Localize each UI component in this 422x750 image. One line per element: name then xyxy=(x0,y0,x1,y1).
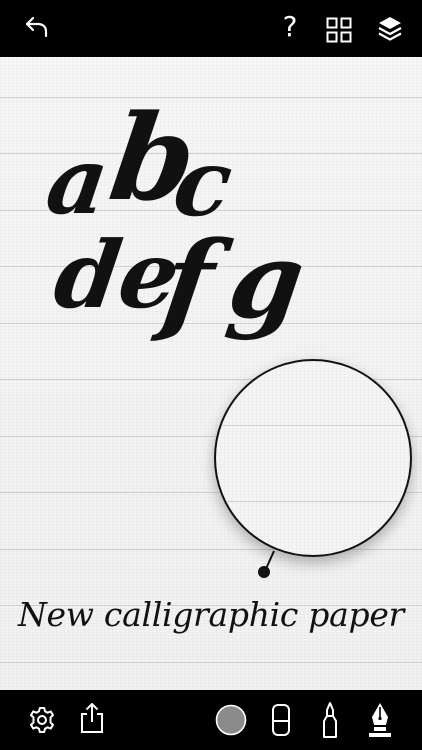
paper-magnifier-loupe xyxy=(214,359,412,557)
calligraphy-letter: c xyxy=(167,129,239,237)
share-icon[interactable] xyxy=(79,702,105,734)
top-toolbar: ? xyxy=(0,0,422,57)
settings-icon[interactable] xyxy=(28,706,56,734)
layers-icon[interactable] xyxy=(377,15,403,43)
magnifier-rule-line xyxy=(216,425,410,426)
calligraphy-pen-icon[interactable] xyxy=(366,701,394,739)
paper-caption: New calligraphic paper xyxy=(17,595,405,634)
paper-canvas[interactable]: a b c d e f g New calligraphic paper xyxy=(0,57,422,690)
grid-icon[interactable] xyxy=(326,17,352,43)
app-window: ? a b c d e f g New calligraphic paper xyxy=(0,0,422,750)
undo-icon[interactable] xyxy=(24,15,50,39)
calligraphy-letter: g xyxy=(221,219,312,342)
help-icon[interactable]: ? xyxy=(278,10,302,44)
color-swatch-icon[interactable] xyxy=(215,704,247,736)
eraser-icon[interactable] xyxy=(271,703,291,737)
magnifier-rule-line xyxy=(216,501,410,502)
marker-pen-icon[interactable] xyxy=(320,701,340,739)
bottom-toolbar xyxy=(0,690,422,750)
